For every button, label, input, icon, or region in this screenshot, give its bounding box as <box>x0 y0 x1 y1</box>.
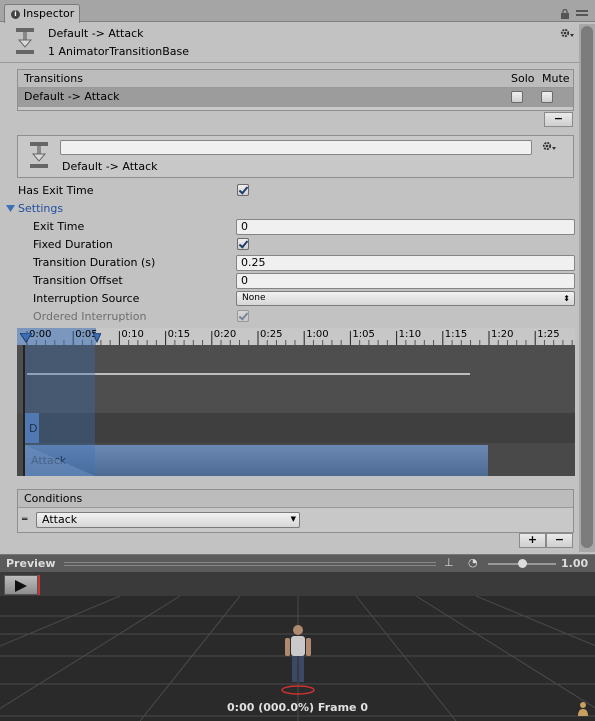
header-subtitle: 1 AnimatorTransitionBase <box>48 45 190 58</box>
remove-condition-button[interactable]: − <box>546 533 573 548</box>
transition-row[interactable]: Default -> Attack <box>18 88 573 107</box>
condition-parameter-dropdown[interactable]: Attack ▼ <box>36 512 300 528</box>
transition-icon <box>16 28 34 54</box>
timeline-playhead[interactable] <box>23 345 25 476</box>
avatar-icon[interactable] <box>577 701 589 717</box>
transition-overlap <box>25 345 95 476</box>
ruler-label: 1:25 <box>537 329 560 340</box>
mute-checkbox[interactable] <box>541 91 553 103</box>
transition-row-label: Default -> Attack <box>24 90 120 103</box>
ruler-label: 0:10 <box>121 329 144 340</box>
condition-parameter-value: Attack <box>42 513 78 526</box>
interruption-source-label: Interruption Source <box>33 292 140 305</box>
gear-icon[interactable] <box>542 141 557 153</box>
transition-label: Default -> Attack <box>62 160 158 173</box>
transition-card: Default -> Attack <box>17 135 574 178</box>
preview-status: 0:00 (000.0%) Frame 0 <box>227 701 368 714</box>
ruler-label: 1:15 <box>444 329 468 340</box>
transitions-header: Transitions Solo Mute <box>18 70 573 88</box>
preview-title: Preview <box>6 557 56 570</box>
transition-offset-input[interactable]: 0 <box>236 273 575 289</box>
pivot-icon[interactable]: ⊥ <box>444 556 454 569</box>
tab-label: Inspector <box>23 7 75 20</box>
playhead-marker-icon[interactable] <box>20 333 32 343</box>
ruler-label: 1:20 <box>491 329 514 340</box>
header-title: Default -> Attack <box>48 27 144 40</box>
ordered-interruption-label: Ordered Interruption <box>33 310 147 323</box>
interruption-source-value: None <box>242 293 266 303</box>
tab-inspector[interactable]: i Inspector <box>4 4 80 23</box>
transitions-list: Transitions Solo Mute Default -> Attack <box>17 69 574 111</box>
play-icon <box>15 580 27 592</box>
ruler-label: 0:20 <box>213 329 237 340</box>
preview-panel: Preview ⊥ ◔ 1.00 0:00 (000.0%) Frame 0 <box>0 554 595 721</box>
transition-duration-input[interactable]: 0.25 <box>236 255 575 271</box>
tab-bar: i Inspector <box>0 0 595 23</box>
add-condition-button[interactable]: + <box>519 533 546 548</box>
divider <box>0 62 579 63</box>
ruler-label: 0:15 <box>167 329 191 340</box>
drag-handle-icon[interactable]: ═ <box>22 513 27 527</box>
ruler-label: 0:25 <box>260 329 283 340</box>
info-icon: i <box>11 10 20 19</box>
ruler-label: 1:05 <box>352 329 375 340</box>
end-marker-icon[interactable] <box>93 333 101 343</box>
conditions-header: Conditions <box>18 490 573 508</box>
lock-icon[interactable] <box>560 9 570 19</box>
ruler-label: 1:00 <box>306 329 329 340</box>
interruption-source-dropdown[interactable]: None ⬍ <box>236 291 575 306</box>
has-exit-time-checkbox[interactable] <box>237 184 249 196</box>
solo-checkbox[interactable] <box>511 91 523 103</box>
mute-header: Mute <box>542 72 570 85</box>
transitions-header-label: Transitions <box>24 72 83 85</box>
speed-icon: ◔ <box>468 556 478 569</box>
source-state-track <box>25 413 575 443</box>
gear-icon[interactable] <box>560 28 575 40</box>
transition-duration-label: Transition Duration (s) <box>33 256 156 269</box>
speed-slider-knob[interactable] <box>517 559 527 568</box>
menu-icon[interactable] <box>576 9 588 19</box>
chevron-down-icon: ▼ <box>290 515 296 523</box>
preview-header: Preview ⊥ ◔ 1.00 <box>0 554 595 572</box>
has-exit-time-label: Has Exit Time <box>18 184 94 197</box>
speed-value: 1.00 <box>561 557 589 570</box>
play-button[interactable] <box>4 575 38 595</box>
foldout-arrow-icon[interactable] <box>6 205 15 213</box>
settings-foldout[interactable]: Settings <box>18 202 63 216</box>
solo-header: Solo <box>511 72 535 85</box>
exit-time-label: Exit Time <box>33 220 85 233</box>
transition-timeline[interactable]: D Attack <box>17 345 575 476</box>
fixed-duration-label: Fixed Duration <box>33 238 113 251</box>
ordered-interruption-checkbox <box>237 310 249 322</box>
conditions-header-label: Conditions <box>24 492 83 505</box>
exit-time-input[interactable]: 0 <box>236 219 575 235</box>
remove-transition-button[interactable]: − <box>544 112 573 127</box>
ruler-label: 1:10 <box>398 329 422 340</box>
preview-time-marker[interactable] <box>38 575 40 595</box>
conditions-list: Conditions ═ Attack ▼ <box>17 489 574 533</box>
transition-offset-label: Transition Offset <box>33 274 123 287</box>
preview-drag-handle[interactable] <box>64 562 436 566</box>
timeline-curve-area <box>17 345 575 413</box>
ruler-label: 0:00 <box>29 329 52 340</box>
preview-toolbar <box>0 572 595 596</box>
transition-name-input[interactable] <box>60 140 532 155</box>
scrollbar-thumb[interactable] <box>581 26 593 548</box>
fixed-duration-checkbox[interactable] <box>237 238 249 250</box>
transition-icon <box>30 142 48 168</box>
dropdown-arrows-icon: ⬍ <box>563 294 570 303</box>
